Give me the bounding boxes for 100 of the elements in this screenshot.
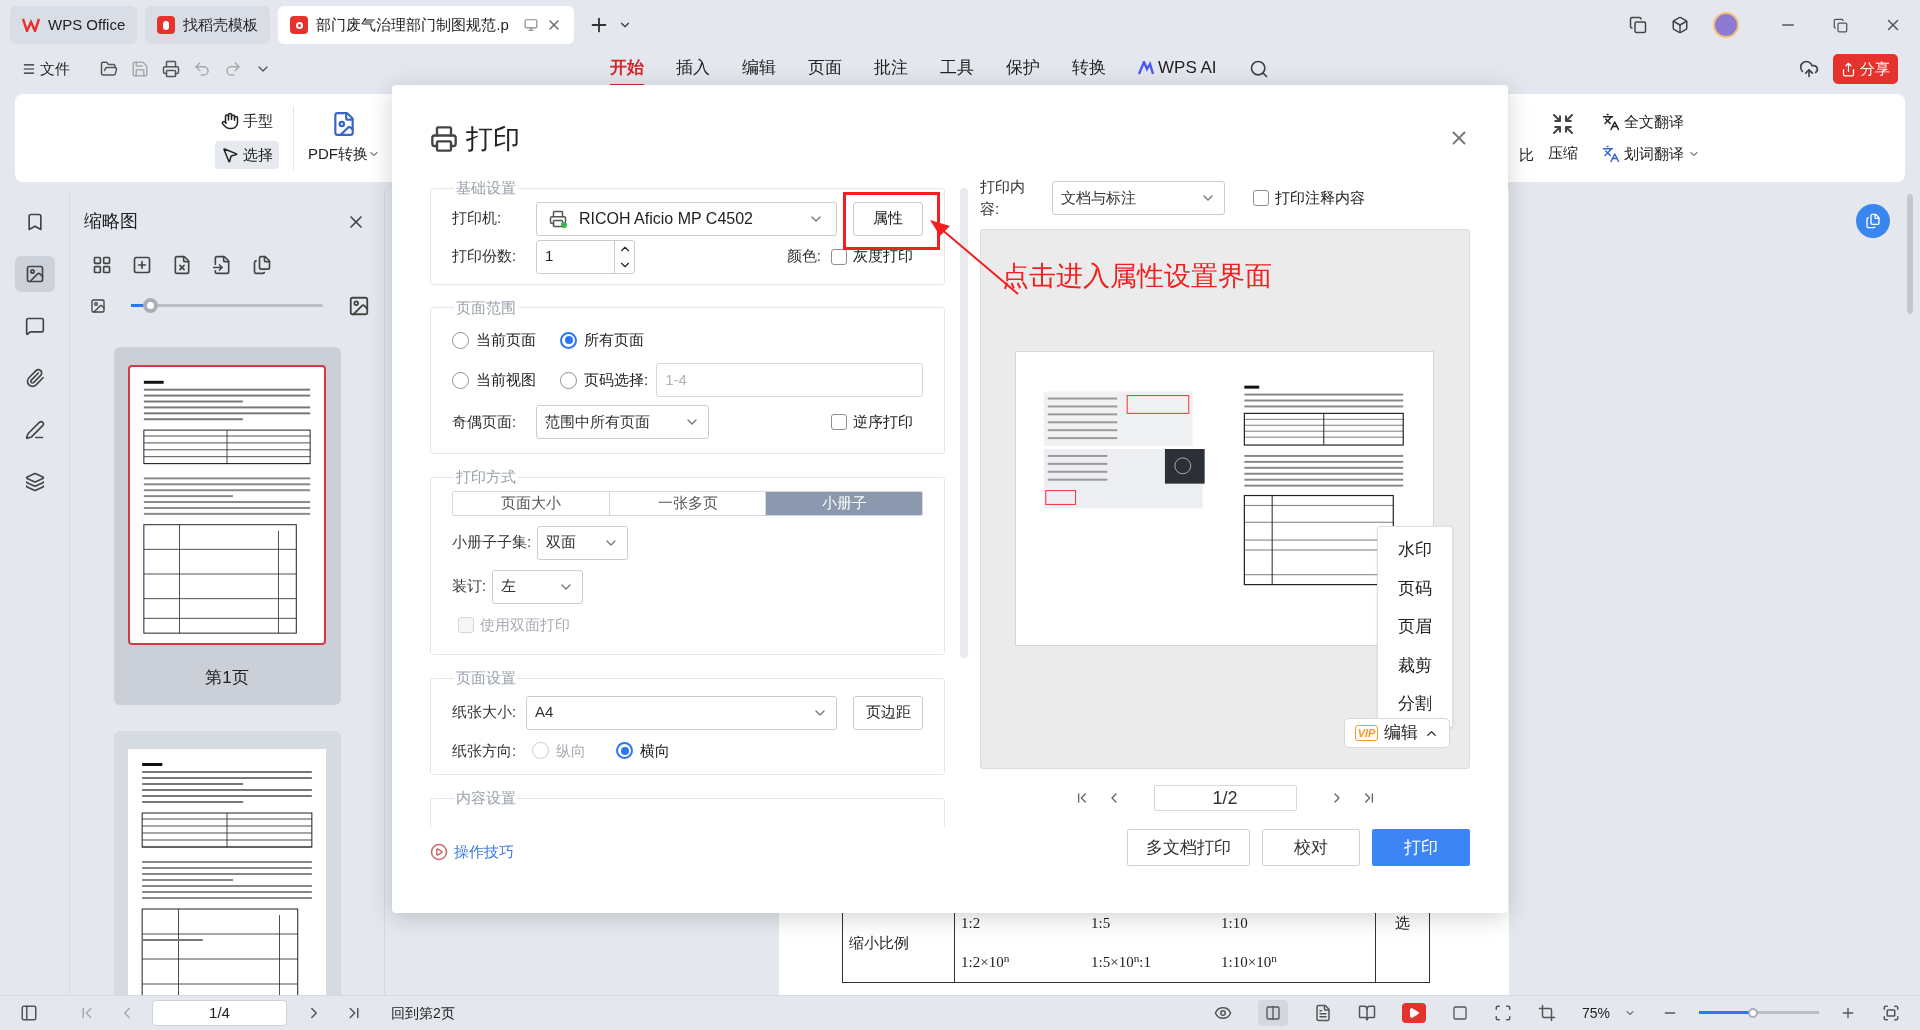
select-tool[interactable]: 选择	[215, 141, 279, 169]
scrollbar[interactable]	[1907, 194, 1913, 314]
checkbox[interactable]	[831, 414, 847, 430]
pages-icon[interactable]	[252, 255, 272, 275]
go-to-page-link[interactable]: 回到第2页	[391, 1002, 455, 1024]
slider-thumb[interactable]	[1748, 1008, 1758, 1018]
menu-tab[interactable]: 转换	[1072, 51, 1106, 87]
dropdown[interactable]: A4	[526, 695, 837, 730]
menu-tab[interactable]: 编辑	[742, 51, 776, 87]
menu-item[interactable]: 裁剪	[1398, 652, 1432, 678]
copies-value: 1	[545, 246, 555, 267]
share-button[interactable]: 分享	[1833, 54, 1898, 84]
table-cell-text: 1:2	[961, 914, 982, 934]
template-icon	[157, 16, 176, 34]
menu-tab[interactable]: 插入	[676, 51, 710, 87]
edit-button[interactable]: VIP 编辑	[1344, 718, 1450, 748]
compare-label[interactable]: 比	[1519, 143, 1534, 167]
radio-button[interactable]	[616, 742, 633, 760]
radio-button[interactable]	[560, 331, 577, 349]
grid-view-icon[interactable]	[92, 255, 112, 275]
menu-item[interactable]: 页眉	[1398, 614, 1432, 640]
hand-tool[interactable]: 手型	[215, 107, 279, 135]
menu-item[interactable]: 分割	[1398, 691, 1432, 717]
menu-tab[interactable]: WPS AI	[1138, 51, 1217, 87]
table-cell-text: 缩小比例	[849, 933, 909, 953]
extract-page-icon[interactable]	[212, 255, 232, 275]
page-number-field[interactable]: 1/4	[152, 1000, 287, 1026]
menu-item[interactable]: 页码	[1398, 575, 1432, 601]
monitor-icon[interactable]	[524, 18, 539, 32]
field-label: 小册子子集:	[452, 532, 532, 553]
full-translate-button[interactable]: 全文翻译	[1602, 110, 1700, 133]
printer-name: RICOH Aficio MP C4502	[579, 208, 753, 229]
insert-page-icon[interactable]	[132, 255, 152, 275]
section-legend: 页面范围	[454, 296, 518, 319]
field-label: 打印份数:	[452, 246, 518, 267]
cloud-upload-icon[interactable]	[1799, 59, 1819, 79]
dropdown[interactable]: 文档与标注	[1052, 181, 1225, 215]
tips-link[interactable]: 操作技巧	[454, 841, 514, 864]
translate-float-button[interactable]	[1856, 204, 1890, 238]
scroll-mode-button[interactable]	[1257, 1000, 1288, 1026]
dropdown[interactable]: 范围中所有页面	[536, 405, 709, 439]
document-tab[interactable]: WPS Office	[10, 6, 138, 44]
cube-icon[interactable]	[1671, 16, 1689, 34]
margins-button[interactable]: 页边距	[853, 695, 923, 730]
properties-button[interactable]: 属性	[853, 201, 923, 236]
checkbox[interactable]	[1253, 190, 1269, 206]
windows-icon[interactable]	[1629, 16, 1647, 34]
page-thumbnail[interactable]: 第1页	[113, 347, 341, 705]
two-page-icon[interactable]	[1357, 1004, 1376, 1022]
radio-label: 横向	[640, 740, 670, 761]
delete-page-icon[interactable]	[172, 255, 192, 275]
menu-item[interactable]: 水印	[1398, 537, 1432, 563]
dropdown[interactable]: 左	[492, 569, 584, 604]
document-tab[interactable]: 部门废气治理部门制图规范.p	[278, 6, 575, 44]
checkbox-label: 逆序打印	[853, 411, 913, 432]
comment-icon	[24, 316, 45, 336]
pdf-convert-button[interactable]: PDF转换	[308, 110, 380, 166]
zoom-in-icon[interactable]	[1840, 1005, 1856, 1021]
field-label: 颜色:	[786, 246, 821, 267]
print-icon[interactable]	[162, 60, 180, 78]
fit-width-icon[interactable]	[1537, 1004, 1556, 1022]
large-image-icon[interactable]	[348, 295, 370, 317]
printer-icon	[430, 125, 458, 153]
panel-title: 缩略图	[84, 210, 138, 233]
dropdown[interactable]: 双面	[537, 525, 629, 560]
avatar[interactable]	[1713, 12, 1739, 38]
file-menu[interactable]: 文件	[22, 57, 70, 81]
eye-icon[interactable]	[1213, 1004, 1232, 1022]
dialog-button[interactable]: 多文档打印	[1127, 829, 1250, 866]
actual-size-icon[interactable]	[1451, 1005, 1468, 1021]
thumbnail-tool[interactable]	[14, 256, 55, 292]
compress-button[interactable]: 压缩	[1548, 111, 1578, 165]
checkbox-label: 灰度打印	[853, 246, 913, 267]
menu-tab[interactable]: 批注	[874, 51, 908, 87]
print-button[interactable]: 打印	[1372, 829, 1470, 866]
search-icon[interactable]	[1248, 59, 1269, 79]
printer-dropdown[interactable]: RICOH Aficio MP C4502	[536, 201, 837, 236]
sidebar-toggle-icon[interactable]	[20, 1004, 38, 1022]
page-number-field[interactable]: 1/2	[1153, 785, 1297, 811]
restore-icon[interactable]	[1833, 17, 1848, 33]
single-page-icon[interactable]	[1313, 1004, 1332, 1022]
fullscreen-icon[interactable]	[1882, 1004, 1900, 1022]
open-icon[interactable]	[100, 60, 118, 78]
page-thumbnail[interactable]	[113, 730, 341, 995]
document-tab[interactable]: 找稻壳模板	[145, 6, 271, 44]
zoom-dropdown[interactable]: 75%	[1581, 1002, 1636, 1024]
dialog-button[interactable]: 校对	[1262, 829, 1360, 866]
page-label: 第1页	[205, 667, 249, 689]
checkbox[interactable]	[831, 248, 847, 265]
fit-page-icon[interactable]	[1493, 1004, 1512, 1022]
menu-tab[interactable]: 页面	[808, 51, 842, 87]
menu-tab[interactable]: 保护	[1006, 51, 1040, 87]
slider-thumb[interactable]	[143, 298, 159, 313]
copies-spinbox[interactable]: 1	[536, 239, 635, 274]
menu-tab[interactable]: 工具	[940, 51, 974, 87]
scrollbar[interactable]	[960, 188, 968, 658]
field-label: 纸张大小:	[452, 702, 518, 723]
word-translate-button[interactable]: 划词翻译	[1602, 143, 1700, 166]
play-button[interactable]	[1401, 1003, 1426, 1023]
small-image-icon[interactable]	[90, 298, 106, 314]
